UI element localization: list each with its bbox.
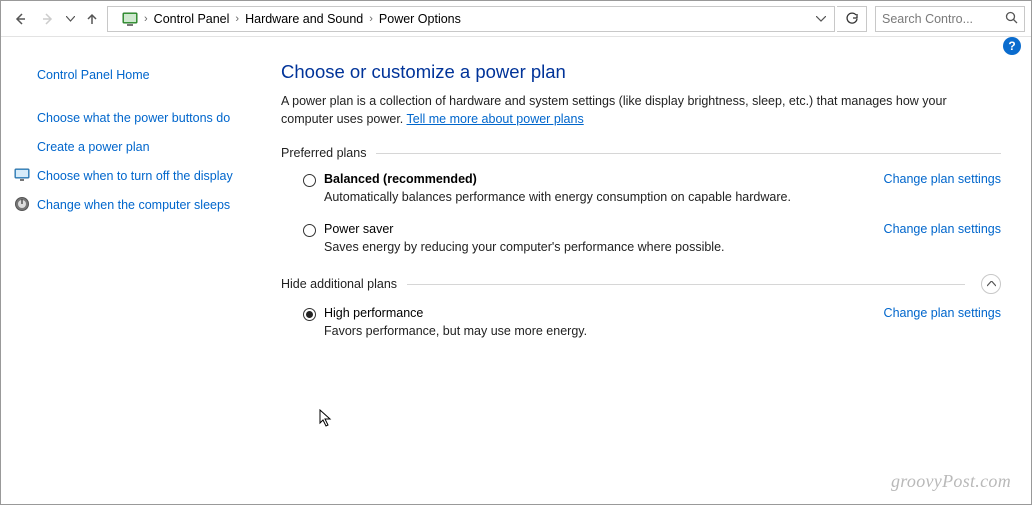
divider — [407, 284, 965, 285]
plan-row-high-performance: High performance Favors performance, but… — [281, 302, 1001, 352]
recent-dropdown-icon[interactable] — [63, 6, 77, 32]
plan-description: Favors performance, but may use more ene… — [324, 324, 866, 338]
sidebar-link-power-buttons[interactable]: Choose what the power buttons do — [17, 104, 241, 133]
toolbar: › Control Panel › Hardware and Sound › P… — [1, 1, 1031, 37]
section-header-additional: Hide additional plans — [281, 274, 1001, 294]
page-title: Choose or customize a power plan — [281, 61, 1001, 83]
sidebar: Control Panel Home Choose what the power… — [1, 37, 257, 504]
main-panel: ? Choose or customize a power plan A pow… — [257, 37, 1031, 504]
section-label[interactable]: Hide additional plans — [281, 277, 397, 291]
back-button[interactable] — [7, 6, 33, 32]
change-plan-settings-link[interactable]: Change plan settings — [884, 222, 1001, 236]
breadcrumb-segment[interactable]: Power Options — [373, 7, 467, 31]
change-plan-settings-link[interactable]: Change plan settings — [884, 172, 1001, 186]
address-bar[interactable]: › Control Panel › Hardware and Sound › P… — [107, 6, 835, 32]
sidebar-item-label: Change when the computer sleeps — [37, 198, 230, 212]
plan-name[interactable]: High performance — [324, 306, 866, 320]
monitor-icon — [14, 167, 30, 183]
watermark: groovyPost.com — [891, 471, 1011, 492]
description-text: A power plan is a collection of hardware… — [281, 94, 947, 126]
learn-more-link[interactable]: Tell me more about power plans — [407, 112, 584, 126]
plan-row-power-saver: Power saver Saves energy by reducing you… — [281, 218, 1001, 268]
change-plan-settings-link[interactable]: Change plan settings — [884, 306, 1001, 320]
radio-power-saver[interactable] — [303, 224, 316, 237]
search-input[interactable]: Search Contro... — [875, 6, 1025, 32]
sidebar-link-home[interactable]: Control Panel Home — [17, 61, 241, 90]
plan-name[interactable]: Power saver — [324, 222, 866, 236]
breadcrumb-segment[interactable]: Hardware and Sound — [239, 7, 369, 31]
plan-name[interactable]: Balanced (recommended) — [324, 172, 866, 186]
sidebar-link-create-plan[interactable]: Create a power plan — [17, 133, 241, 162]
control-panel-icon — [120, 9, 140, 29]
section-label: Preferred plans — [281, 146, 366, 160]
address-dropdown-icon[interactable] — [812, 13, 830, 25]
up-button[interactable] — [79, 6, 105, 32]
search-icon — [1004, 11, 1018, 27]
radio-high-performance[interactable] — [303, 308, 316, 321]
help-icon[interactable]: ? — [1003, 37, 1021, 55]
power-icon — [14, 196, 30, 212]
sidebar-link-turn-off-display[interactable]: Choose when to turn off the display — [17, 162, 241, 191]
divider — [376, 153, 1001, 154]
plan-description: Saves energy by reducing your computer's… — [324, 240, 866, 254]
plan-row-balanced: Balanced (recommended) Automatically bal… — [281, 168, 1001, 218]
plan-description: Automatically balances performance with … — [324, 190, 866, 204]
radio-balanced[interactable] — [303, 174, 316, 187]
breadcrumb-segment[interactable]: Control Panel — [148, 7, 236, 31]
sidebar-item-label: Choose when to turn off the display — [37, 169, 233, 183]
collapse-icon[interactable] — [981, 274, 1001, 294]
forward-button[interactable] — [35, 6, 61, 32]
page-description: A power plan is a collection of hardware… — [281, 93, 1001, 128]
refresh-button[interactable] — [837, 6, 867, 32]
search-placeholder: Search Contro... — [882, 12, 1004, 26]
section-header-preferred: Preferred plans — [281, 146, 1001, 160]
content-area: Control Panel Home Choose what the power… — [1, 37, 1031, 504]
sidebar-link-computer-sleeps[interactable]: Change when the computer sleeps — [17, 191, 241, 220]
